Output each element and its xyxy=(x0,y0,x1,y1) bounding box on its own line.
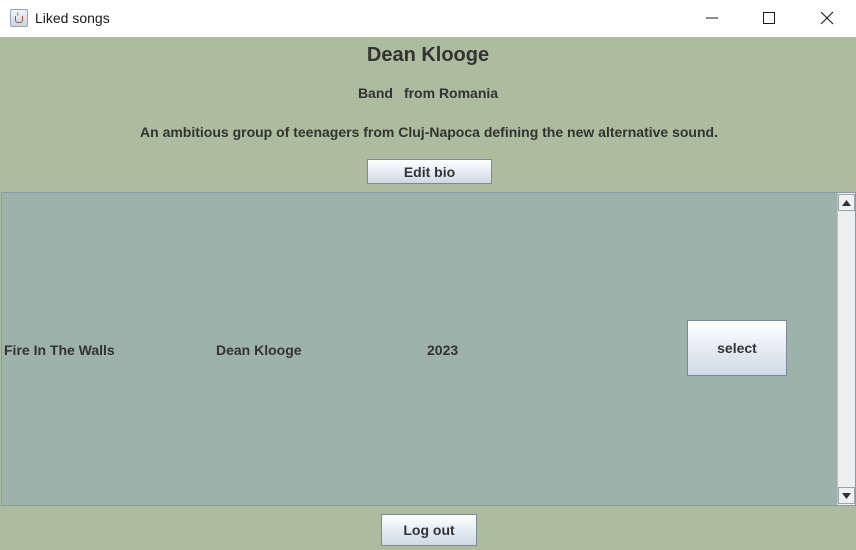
liked-songs-list[interactable]: Fire In The Walls Dean Klooge 2023 selec… xyxy=(1,192,856,506)
arrow-down-icon xyxy=(842,492,851,499)
close-icon xyxy=(820,11,834,25)
maximize-button[interactable] xyxy=(740,0,798,37)
vertical-scrollbar[interactable] xyxy=(837,193,855,505)
select-button[interactable]: select xyxy=(687,320,787,376)
close-button[interactable] xyxy=(798,0,856,37)
song-year: 2023 xyxy=(427,342,459,358)
song-artist: Dean Klooge xyxy=(216,342,302,358)
footer-bar: Log out xyxy=(0,507,856,550)
minimize-icon xyxy=(706,17,718,19)
artist-type: Band xyxy=(357,85,393,101)
window-title: Liked songs xyxy=(35,10,110,26)
edit-bio-button[interactable]: Edit bio xyxy=(367,159,492,184)
maximize-icon xyxy=(763,12,775,24)
java-cup-icon xyxy=(10,9,28,27)
song-title: Fire In The Walls xyxy=(4,342,115,358)
artist-bio: An ambitious group of teenagers from Clu… xyxy=(140,124,718,140)
artist-meta: Band from Romania xyxy=(0,85,856,101)
artist-header: Dean Klooge Band from Romania An ambitiou… xyxy=(0,37,856,191)
logout-button[interactable]: Log out xyxy=(381,514,477,546)
arrow-up-icon xyxy=(842,199,851,206)
artist-name: Dean Klooge xyxy=(366,44,490,66)
scroll-down-button[interactable] xyxy=(838,487,855,504)
minimize-button[interactable] xyxy=(683,0,741,37)
title-bar: Liked songs xyxy=(0,0,856,37)
scroll-up-button[interactable] xyxy=(838,194,855,211)
list-item: Fire In The Walls Dean Klooge 2023 selec… xyxy=(2,193,838,505)
artist-origin: from Romania xyxy=(403,85,499,101)
